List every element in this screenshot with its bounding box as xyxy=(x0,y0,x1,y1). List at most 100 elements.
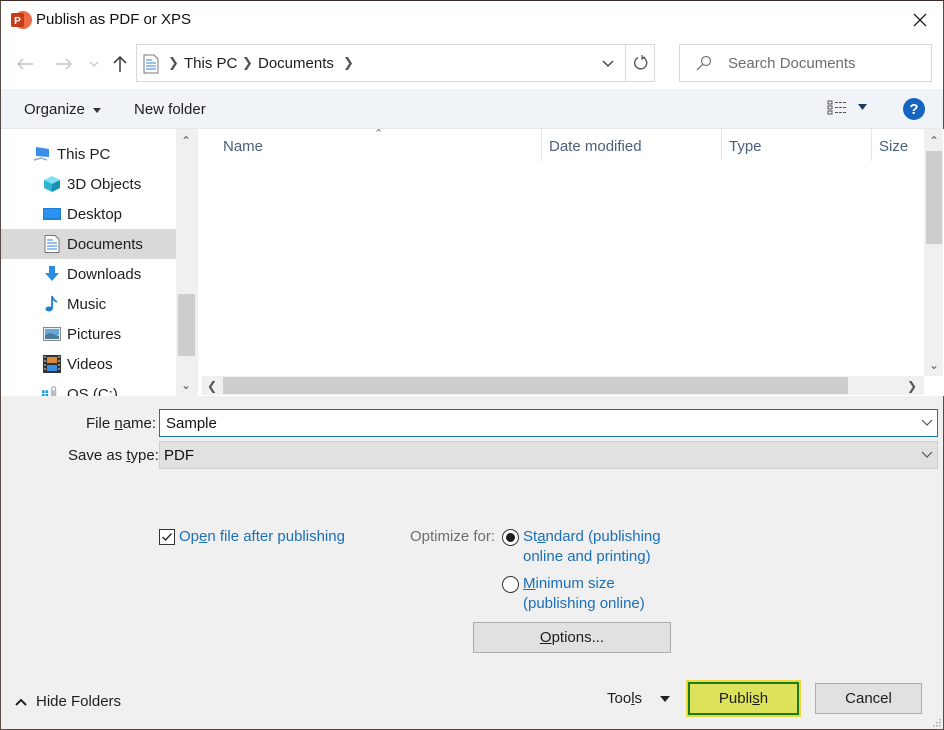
column-divider[interactable] xyxy=(721,129,722,161)
search-box[interactable] xyxy=(679,44,932,82)
optimize-for-label: Optimize for: xyxy=(410,528,496,545)
scroll-down-icon[interactable]: ⌄ xyxy=(176,375,196,395)
dropdown-arrow-icon xyxy=(93,107,102,113)
new-folder-button[interactable]: New folder xyxy=(134,101,206,118)
arrow-left-icon xyxy=(17,58,33,70)
forward-button[interactable] xyxy=(53,53,75,75)
view-dropdown-icon[interactable] xyxy=(858,104,867,110)
back-button[interactable] xyxy=(14,53,36,75)
sidebar-item-label: This PC xyxy=(57,146,111,163)
view-options-icon[interactable] xyxy=(827,100,847,116)
sidebar-item-pictures[interactable]: Pictures xyxy=(1,319,176,349)
videos-icon xyxy=(43,355,61,373)
scroll-right-icon[interactable]: ❯ xyxy=(902,376,922,395)
breadcrumb-this-pc[interactable]: This PC xyxy=(184,55,237,72)
cube-icon xyxy=(44,176,60,192)
scroll-left-icon[interactable]: ❮ xyxy=(202,376,222,395)
column-divider[interactable] xyxy=(871,129,872,161)
save-as-type-label: Save as type: xyxy=(68,447,159,464)
close-button[interactable] xyxy=(897,1,943,39)
up-button[interactable] xyxy=(109,53,131,75)
search-input[interactable] xyxy=(728,53,923,73)
pictures-icon xyxy=(43,327,61,341)
scroll-up-icon[interactable]: ⌃ xyxy=(924,131,944,151)
publish-button[interactable]: Publi s h xyxy=(688,682,799,715)
refresh-icon xyxy=(633,55,647,70)
sidebar-item-desktop[interactable]: Desktop xyxy=(1,199,176,229)
window-title: Publish as PDF or XPS xyxy=(36,11,192,28)
breadcrumb-documents[interactable]: Documents xyxy=(258,55,334,72)
open-after-publishing-checkbox[interactable] xyxy=(159,529,175,545)
address-history-dropdown[interactable] xyxy=(591,45,625,81)
desktop-icon xyxy=(43,208,61,220)
scrollbar-thumb[interactable] xyxy=(926,151,942,244)
powerpoint-icon: P xyxy=(11,11,32,29)
checkmark-icon xyxy=(162,533,172,541)
file-name-combobox[interactable] xyxy=(159,409,938,437)
sidebar-item-label: OS (C:) xyxy=(67,386,118,396)
file-list-horizontal-scrollbar[interactable]: ❮ ❯ xyxy=(202,376,924,395)
cancel-button[interactable]: Cancel xyxy=(815,683,922,714)
chevron-down-icon[interactable] xyxy=(921,419,933,427)
file-list[interactable]: ⌃ Name Date modified Type Size ⌃ ⌄ ❮ ❯ xyxy=(198,128,944,396)
column-divider[interactable] xyxy=(541,129,542,161)
sidebar-item-music[interactable]: Music xyxy=(1,289,176,319)
svg-text:P: P xyxy=(14,16,21,27)
address-bar[interactable]: ❯ This PC ❯ Documents ❯ xyxy=(136,44,655,82)
file-list-vertical-scrollbar[interactable]: ⌃ ⌄ xyxy=(924,129,943,376)
chevron-up-icon xyxy=(15,698,27,706)
scroll-down-icon[interactable]: ⌄ xyxy=(924,355,944,375)
sidebar-item-label: Desktop xyxy=(67,206,123,223)
sort-ascending-icon: ⌃ xyxy=(374,128,384,140)
scrollbar-thumb[interactable] xyxy=(223,377,848,394)
breadcrumb-separator-icon[interactable]: ❯ xyxy=(343,55,354,71)
scroll-up-icon[interactable]: ⌃ xyxy=(176,131,196,151)
resize-grip-icon[interactable] xyxy=(931,717,941,727)
navigation-bar: ❯ This PC ❯ Documents ❯ xyxy=(1,39,943,89)
sidebar-item-label: Documents xyxy=(67,236,143,253)
folder-tree-scrollbar[interactable]: ⌃ ⌄ xyxy=(176,129,196,396)
save-as-type-value: PDF xyxy=(164,447,194,464)
breadcrumb-separator-icon: ❯ xyxy=(168,55,179,70)
sidebar-item-downloads[interactable]: Downloads xyxy=(1,259,176,289)
save-as-type-select[interactable]: PDF xyxy=(159,441,938,469)
column-header-date-modified[interactable]: Date modified xyxy=(549,129,642,161)
sidebar-item-label: 3D Objects xyxy=(67,176,142,193)
column-header-type[interactable]: Type xyxy=(729,129,762,161)
arrow-up-icon xyxy=(113,55,127,72)
column-header-size[interactable]: Size xyxy=(879,129,908,161)
sidebar-item-documents[interactable]: Documents xyxy=(1,229,176,259)
sidebar-item-this-pc[interactable]: This PC xyxy=(1,139,176,169)
download-icon xyxy=(45,266,59,281)
arrow-right-icon xyxy=(56,58,72,70)
optimize-standard-radio[interactable] xyxy=(502,529,519,546)
recent-locations-button[interactable] xyxy=(85,53,103,75)
organize-button[interactable]: Organize xyxy=(24,101,102,118)
sidebar-item-videos[interactable]: Videos xyxy=(1,349,176,379)
file-name-input[interactable] xyxy=(166,414,906,432)
sidebar-item-os-drive[interactable]: OS (C:) xyxy=(1,379,176,396)
optimize-minimum-label[interactable]: Minimum size (publishing online) xyxy=(523,574,645,614)
sidebar-item-label: Music xyxy=(67,296,107,313)
title-bar: P Publish as PDF or XPS xyxy=(1,1,943,39)
sidebar-item-label: Videos xyxy=(67,356,113,373)
file-name-label: File name: xyxy=(86,415,157,432)
close-icon xyxy=(913,13,927,27)
column-header-name[interactable]: Name xyxy=(223,129,263,161)
tools-menu-button[interactable]: Tools xyxy=(607,690,670,707)
chevron-down-icon xyxy=(89,61,99,67)
options-button[interactable]: Options... xyxy=(473,622,671,653)
dropdown-arrow-icon xyxy=(659,696,670,703)
sidebar-item-3d-objects[interactable]: 3D Objects xyxy=(1,169,176,199)
folder-tree: This PC 3D Objects Desktop Documents Dow… xyxy=(1,129,196,396)
optimize-standard-label[interactable]: Standard (publishing online and printing… xyxy=(523,527,661,567)
open-after-publishing-label[interactable]: Open file after publishing xyxy=(179,527,345,547)
refresh-button[interactable] xyxy=(625,45,655,81)
optimize-minimum-radio[interactable] xyxy=(502,576,519,593)
document-icon xyxy=(44,235,60,253)
document-icon xyxy=(143,54,159,74)
organize-label: Organize xyxy=(24,101,85,118)
help-button[interactable]: ? xyxy=(903,98,925,120)
command-bar: Organize New folder ? xyxy=(1,89,943,129)
scrollbar-thumb[interactable] xyxy=(178,294,195,356)
